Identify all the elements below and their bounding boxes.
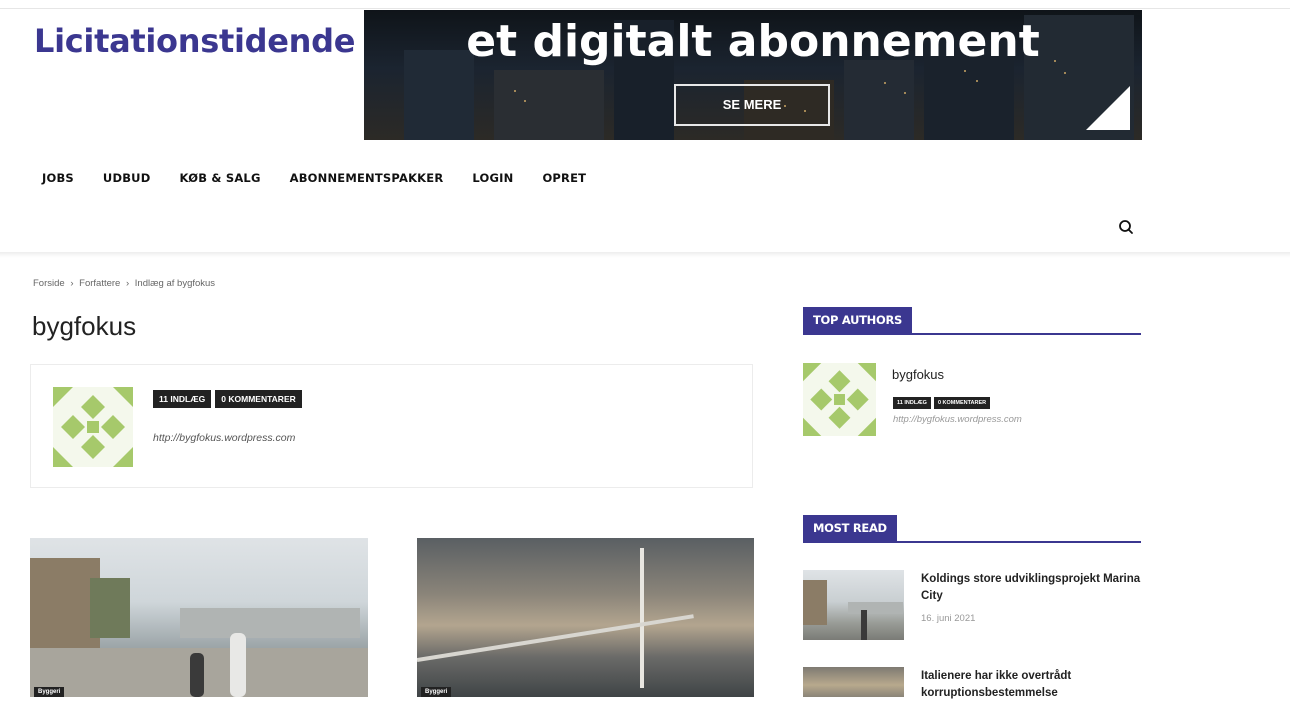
nav-kob-salg[interactable]: KØB & SALG: [179, 171, 260, 185]
top-authors-heading: TOP AUTHORS: [803, 307, 1141, 335]
most-read-thumbnail-1[interactable]: [803, 570, 904, 640]
comments-count-badge: 0 KOMMENTARER: [933, 397, 991, 409]
posts-count-badge: 11 INDLÆG: [893, 397, 931, 409]
ad-banner[interactable]: et digitalt abonnement SE MERE: [364, 10, 1142, 140]
author-box: 11 INDLÆG 0 KOMMENTARER http://bygfokus.w…: [30, 364, 753, 488]
breadcrumb-separator: ›: [125, 278, 130, 289]
ad-corner-icon: [1086, 86, 1130, 130]
most-read-date-1: 16. juni 2021: [921, 613, 976, 624]
main-nav: JOBS UDBUD KØB & SALG ABONNEMENTSPAKKER …: [42, 171, 615, 185]
banner-se-mere-button[interactable]: SE MERE: [674, 84, 830, 126]
breadcrumb-item-forfattere[interactable]: Forfattere: [79, 278, 120, 289]
site-logo[interactable]: Licitationstidende: [34, 22, 355, 60]
most-read-title: MOST READ: [803, 515, 897, 541]
most-read-thumbnail-2[interactable]: [803, 667, 904, 697]
post-thumbnail-2[interactable]: Byggeri: [417, 538, 754, 697]
page-title: bygfokus: [32, 311, 137, 341]
author-stats: 11 INDLÆG 0 KOMMENTARER: [153, 389, 306, 408]
nav-jobs[interactable]: JOBS: [42, 171, 74, 185]
breadcrumb-separator: ›: [70, 278, 74, 289]
nav-udbud[interactable]: UDBUD: [103, 171, 151, 185]
nav-login[interactable]: LOGIN: [472, 171, 513, 185]
search-icon[interactable]: [1118, 219, 1134, 235]
breadcrumb-item-current: Indlæg af bygfokus: [134, 278, 216, 289]
top-divider: [0, 8, 1290, 9]
breadcrumb-item-forside[interactable]: Forside: [33, 278, 65, 289]
nav-abonnementspakker[interactable]: ABONNEMENTSPAKKER: [290, 171, 444, 185]
author-url-link[interactable]: http://bygfokus.wordpress.com: [153, 432, 295, 444]
top-authors-title: TOP AUTHORS: [803, 307, 913, 333]
posts-count-badge: 11 INDLÆG: [153, 390, 212, 408]
comments-count-badge: 0 KOMMENTARER: [215, 390, 302, 408]
top-author-url-link[interactable]: http://bygfokus.wordpress.com: [893, 414, 1022, 425]
most-read-heading: MOST READ: [803, 515, 1141, 543]
post-thumbnail-1[interactable]: Byggeri: [30, 538, 368, 697]
top-author-name[interactable]: bygfokus: [892, 367, 944, 382]
most-read-title-1[interactable]: Koldings store udviklingsprojekt Marina …: [921, 571, 1141, 605]
nav-opret[interactable]: OPRET: [542, 171, 586, 185]
top-author-avatar[interactable]: [803, 363, 876, 436]
author-avatar: [53, 387, 133, 467]
breadcrumb: Forside › Forfattere › Indlæg af bygfoku…: [33, 278, 218, 289]
post-category-badge[interactable]: Byggeri: [421, 687, 452, 697]
top-author-stats: 11 INDLÆG 0 KOMMENTARER: [893, 391, 993, 409]
post-category-badge[interactable]: Byggeri: [34, 687, 65, 697]
banner-headline: et digitalt abonnement: [466, 16, 1040, 67]
header-shadow: [0, 252, 1290, 258]
